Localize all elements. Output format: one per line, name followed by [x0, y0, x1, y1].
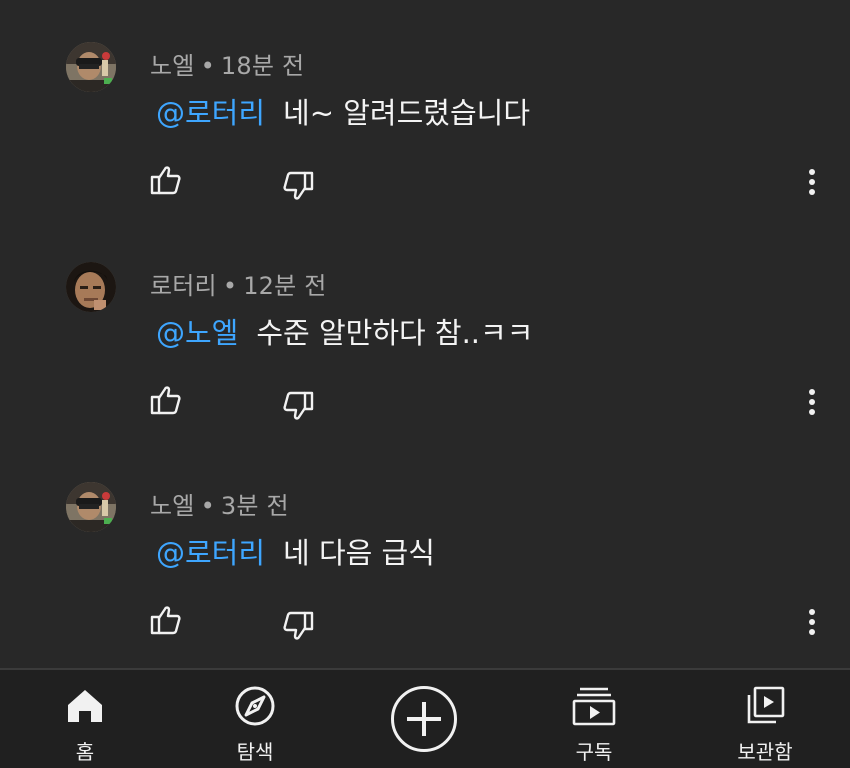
thumbs-up-icon — [150, 166, 181, 195]
nav-home[interactable]: 홈 — [20, 670, 150, 768]
comment-text: @노엘 수준 알만하다 참..ㅋㅋ — [156, 310, 533, 352]
nav-home-label: 홈 — [75, 740, 95, 764]
library-icon — [745, 684, 785, 728]
author-avatar[interactable] — [66, 42, 116, 92]
comment-time: 3분 전 — [220, 492, 289, 520]
mention-link[interactable]: @로터리 — [156, 536, 265, 570]
comment-author[interactable]: 노엘 — [150, 52, 195, 80]
create-button[interactable] — [391, 686, 457, 752]
like-button[interactable] — [146, 380, 186, 420]
nav-library[interactable]: 보관함 — [700, 670, 830, 768]
nav-subscriptions-label: 구독 — [575, 740, 613, 764]
comment-time: 12분 전 — [243, 272, 327, 300]
nav-explore[interactable]: 탐색 — [190, 670, 320, 768]
author-avatar[interactable] — [66, 262, 116, 312]
bottom-navigation: 홈 탐색 구독 보관함 — [0, 668, 850, 768]
comment-item: 로터리 • 12분 전 @노엘 수준 알만하다 참..ㅋㅋ — [0, 262, 850, 472]
plus-icon — [407, 702, 441, 736]
like-button[interactable] — [146, 600, 186, 640]
comment-author[interactable]: 노엘 — [150, 492, 195, 520]
thumbs-down-icon — [283, 171, 314, 200]
meta-separator: • — [200, 52, 215, 80]
mention-link[interactable]: @노엘 — [156, 316, 238, 350]
mention-link[interactable]: @로터리 — [156, 96, 265, 130]
comment-meta: 노엘 • 3분 전 — [150, 486, 289, 521]
comment-author[interactable]: 로터리 — [150, 272, 217, 300]
nav-subscriptions[interactable]: 구독 — [529, 670, 659, 768]
like-button[interactable] — [146, 160, 186, 200]
comment-item: 노엘 • 3분 전 @로터리 네 다음 급식 — [0, 482, 850, 692]
dislike-button[interactable] — [278, 606, 318, 646]
comment-body: 수준 알만하다 참..ㅋㅋ — [256, 316, 534, 350]
nav-explore-label: 탐색 — [236, 740, 274, 764]
comment-body: 네 다음 급식 — [283, 536, 435, 570]
comment-meta: 로터리 • 12분 전 — [150, 266, 327, 301]
dislike-button[interactable] — [278, 386, 318, 426]
comment-text: @로터리 네~ 알려드렸습니다 — [156, 90, 530, 132]
comment-meta: 노엘 • 18분 전 — [150, 46, 304, 81]
nav-library-label: 보관함 — [737, 740, 793, 764]
more-options-button[interactable] — [798, 602, 826, 642]
comment-body: 네~ 알려드렸습니다 — [283, 96, 531, 130]
meta-separator: • — [200, 492, 215, 520]
comment-text: @로터리 네 다음 급식 — [156, 530, 435, 572]
thumbs-down-icon — [283, 391, 314, 420]
more-options-button[interactable] — [798, 382, 826, 422]
more-vertical-icon — [809, 609, 815, 635]
dislike-button[interactable] — [278, 166, 318, 206]
comment-item: 노엘 • 18분 전 @로터리 네~ 알려드렸습니다 — [0, 42, 850, 252]
home-icon — [66, 684, 104, 728]
more-options-button[interactable] — [798, 162, 826, 202]
thumbs-up-icon — [150, 606, 181, 635]
subscriptions-icon — [572, 684, 616, 728]
compass-icon — [234, 684, 276, 728]
more-vertical-icon — [809, 169, 815, 195]
thumbs-down-icon — [283, 611, 314, 640]
author-avatar[interactable] — [66, 482, 116, 532]
meta-separator: • — [222, 272, 238, 300]
thumbs-up-icon — [150, 386, 181, 415]
comment-time: 18분 전 — [220, 52, 305, 80]
more-vertical-icon — [809, 389, 815, 415]
comments-screen: 노엘 • 18분 전 @로터리 네~ 알려드렸습니다 로터리 • 12분 전 @… — [0, 0, 850, 768]
